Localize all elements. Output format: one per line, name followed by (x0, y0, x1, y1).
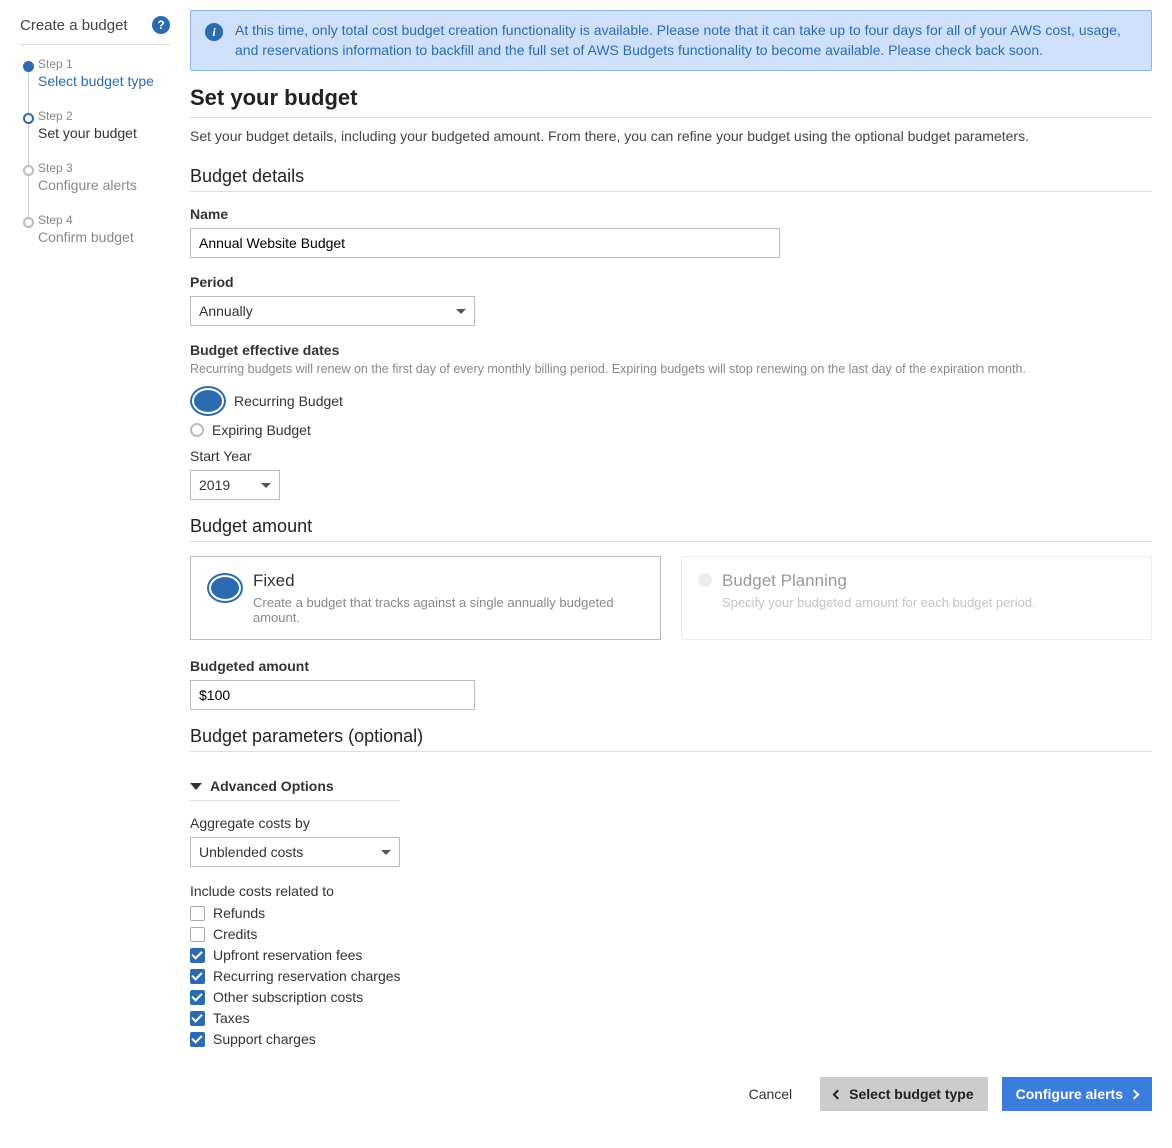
fixed-card[interactable]: Fixed Create a budget that tracks agains… (190, 556, 661, 640)
sidebar: Create a budget ? Step 1 Select budget ty… (20, 10, 190, 1115)
start-year-select[interactable]: 2019 (190, 470, 280, 500)
effective-dates-heading: Budget effective dates (190, 342, 1152, 358)
name-input[interactable] (190, 228, 780, 258)
advanced-options-label: Advanced Options (210, 778, 334, 794)
step-name: Configure alerts (38, 177, 170, 193)
include-cost-checkbox[interactable]: Credits (190, 926, 1152, 942)
effective-dates-hint: Recurring budgets will renew on the firs… (190, 362, 1152, 376)
recurring-budget-radio[interactable]: Recurring Budget (190, 386, 1152, 416)
page-title: Set your budget (190, 85, 1152, 111)
name-label: Name (190, 206, 1152, 222)
checkbox-icon (190, 927, 205, 942)
wizard-step: Step 3 Configure alerts (20, 161, 170, 213)
section-budget-details: Budget details (190, 166, 1152, 187)
period-label: Period (190, 274, 1152, 290)
expiring-budget-radio[interactable]: Expiring Budget (190, 422, 1152, 438)
fixed-title: Fixed (253, 571, 644, 591)
next-button[interactable]: Configure alerts (1002, 1077, 1152, 1111)
section-budget-amount: Budget amount (190, 516, 1152, 537)
plan-desc: Specify your budgeted amount for each bu… (722, 595, 1036, 610)
budgeted-amount-label: Budgeted amount (190, 658, 1152, 674)
cancel-button[interactable]: Cancel (735, 1077, 807, 1111)
back-button[interactable]: Select budget type (820, 1077, 987, 1111)
page-description: Set your budget details, including your … (190, 128, 1152, 144)
checkbox-label: Recurring reservation charges (213, 968, 401, 984)
expiring-label: Expiring Budget (212, 422, 311, 438)
section-budget-parameters: Budget parameters (optional) (190, 726, 1152, 747)
step-label: Step 4 (38, 213, 170, 227)
start-year-label: Start Year (190, 448, 1152, 464)
checkbox-label: Credits (213, 926, 257, 942)
alert-text: At this time, only total cost budget cre… (235, 21, 1137, 60)
sidebar-title: Create a budget (20, 17, 128, 34)
fixed-desc: Create a budget that tracks against a si… (253, 595, 644, 625)
aggregate-label: Aggregate costs by (190, 815, 1152, 831)
aggregate-select[interactable]: Unblended costs (190, 837, 400, 867)
checkbox-icon (190, 1011, 205, 1026)
checkbox-label: Support charges (213, 1031, 316, 1047)
checkbox-label: Upfront reservation fees (213, 947, 362, 963)
chevron-left-icon (833, 1089, 843, 1099)
checkbox-icon (190, 906, 205, 921)
include-cost-checkbox[interactable]: Upfront reservation fees (190, 947, 1152, 963)
wizard-step[interactable]: Step 1 Select budget type (20, 57, 170, 109)
include-cost-checkbox[interactable]: Other subscription costs (190, 989, 1152, 1005)
period-select[interactable]: Annually (190, 296, 475, 326)
radio-icon (698, 573, 712, 587)
include-costs-label: Include costs related to (190, 883, 1152, 899)
next-button-label: Configure alerts (1016, 1086, 1123, 1102)
back-button-label: Select budget type (849, 1086, 973, 1102)
checkbox-label: Other subscription costs (213, 989, 363, 1005)
radio-icon (190, 423, 204, 437)
help-icon[interactable]: ? (152, 16, 170, 34)
advanced-options-toggle[interactable]: Advanced Options (190, 772, 400, 801)
chevron-right-icon (1130, 1089, 1140, 1099)
step-label: Step 3 (38, 161, 170, 175)
step-name: Confirm budget (38, 229, 170, 245)
recurring-label: Recurring Budget (234, 393, 343, 409)
checkbox-icon (190, 969, 205, 984)
step-name: Select budget type (38, 73, 170, 89)
radio-icon (190, 386, 226, 416)
info-alert: i At this time, only total cost budget c… (190, 10, 1152, 71)
include-cost-checkbox[interactable]: Refunds (190, 905, 1152, 921)
include-cost-checkbox[interactable]: Recurring reservation charges (190, 968, 1152, 984)
step-label: Step 2 (38, 109, 170, 123)
checkbox-icon (190, 990, 205, 1005)
radio-icon (207, 573, 243, 603)
step-label: Step 1 (38, 57, 170, 71)
caret-down-icon (190, 783, 202, 790)
plan-title: Budget Planning (722, 571, 1036, 591)
include-cost-checkbox[interactable]: Support charges (190, 1031, 1152, 1047)
checkbox-icon (190, 1032, 205, 1047)
checkbox-label: Refunds (213, 905, 265, 921)
wizard-step: Step 2 Set your budget (20, 109, 170, 161)
include-cost-checkbox[interactable]: Taxes (190, 1010, 1152, 1026)
checkbox-icon (190, 948, 205, 963)
checkbox-label: Taxes (213, 1010, 250, 1026)
info-icon: i (205, 23, 223, 41)
step-name: Set your budget (38, 125, 170, 141)
budgeted-amount-input[interactable] (190, 680, 475, 710)
budget-planning-card: Budget Planning Specify your budgeted am… (681, 556, 1152, 640)
wizard-step: Step 4 Confirm budget (20, 213, 170, 265)
